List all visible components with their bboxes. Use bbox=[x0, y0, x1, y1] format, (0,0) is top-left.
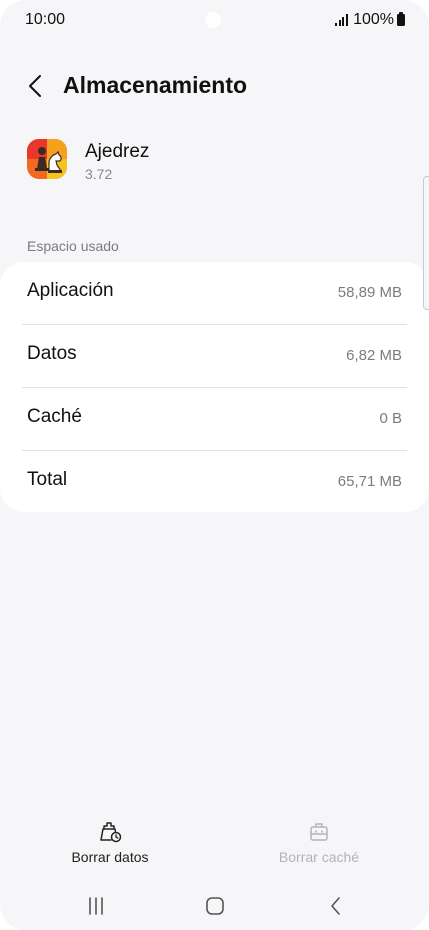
battery-icon bbox=[397, 12, 405, 26]
storage-row-cache: Caché 0 B bbox=[0, 388, 429, 450]
status-indicators: 100% bbox=[335, 11, 405, 29]
status-bar: 10:00 100% bbox=[0, 0, 429, 40]
home-icon bbox=[206, 897, 224, 915]
app-name: Ajedrez bbox=[85, 141, 150, 162]
back-nav-button[interactable] bbox=[324, 894, 348, 918]
row-value: 65,71 MB bbox=[337, 473, 402, 490]
app-bar: Almacenamiento bbox=[0, 60, 429, 112]
storage-row-data: Datos 6,82 MB bbox=[0, 325, 429, 387]
back-button[interactable] bbox=[18, 70, 52, 102]
recent-apps-icon bbox=[89, 897, 103, 915]
clear-cache-icon bbox=[310, 823, 328, 841]
chess-app-icon bbox=[27, 139, 67, 179]
row-label: Caché bbox=[27, 406, 82, 427]
storage-row-total: Total 65,71 MB bbox=[0, 451, 429, 513]
clear-data-button[interactable]: Borrar datos bbox=[40, 816, 180, 872]
row-label: Aplicación bbox=[27, 280, 114, 301]
row-value: 58,89 MB bbox=[337, 284, 402, 301]
front-camera bbox=[205, 12, 221, 28]
page-title: Almacenamiento bbox=[63, 72, 248, 98]
status-time: 10:00 bbox=[25, 11, 66, 28]
signal-icon bbox=[335, 14, 349, 26]
clear-data-icon bbox=[100, 822, 122, 843]
row-label: Total bbox=[27, 469, 68, 490]
clear-data-label: Borrar datos bbox=[71, 849, 149, 865]
storage-card: Aplicación 58,89 MB Datos 6,82 MB Caché … bbox=[0, 262, 429, 512]
home-button[interactable] bbox=[203, 894, 227, 918]
battery-percent: 100% bbox=[353, 11, 394, 28]
back-icon bbox=[331, 897, 340, 915]
section-label-used-space: Espacio usado bbox=[27, 238, 119, 254]
phone-screen: 10:00 100% Almacenamiento Ajedrez 3.72 E… bbox=[0, 0, 429, 930]
clear-cache-label: Borrar caché bbox=[278, 849, 360, 865]
row-value: 0 B bbox=[379, 410, 402, 427]
clear-cache-button[interactable]: Borrar caché bbox=[249, 816, 389, 872]
chevron-left-icon bbox=[29, 75, 41, 97]
row-value: 6,82 MB bbox=[346, 347, 402, 364]
row-label: Datos bbox=[27, 343, 77, 364]
storage-row-app: Aplicación 58,89 MB bbox=[0, 262, 429, 324]
recent-apps-button[interactable] bbox=[84, 894, 108, 918]
app-version: 3.72 bbox=[85, 166, 113, 182]
navigation-bar bbox=[0, 880, 429, 930]
scroll-handle[interactable] bbox=[423, 176, 429, 310]
